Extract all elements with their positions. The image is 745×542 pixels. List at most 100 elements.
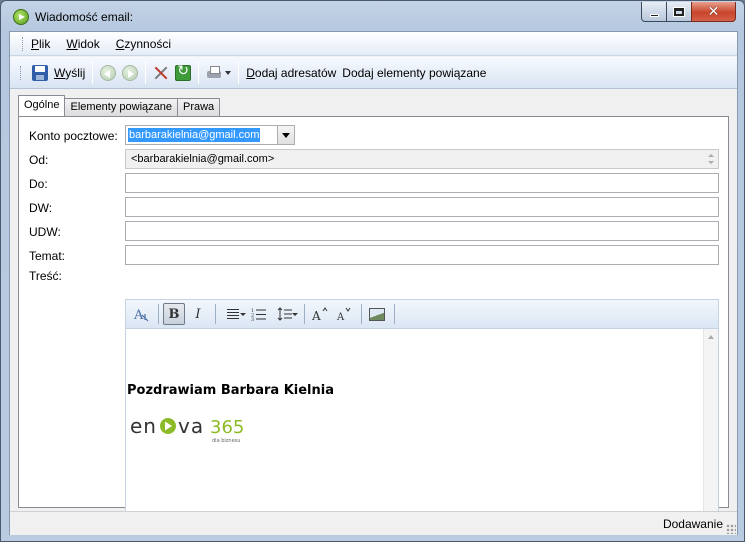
window-title: Wiadomość email:	[35, 10, 134, 24]
add-recipients-label: Dodaj adresatów	[246, 65, 337, 80]
main-toolbar: Wyślij Dodaj adresatów Dodaj elementy po…	[10, 57, 737, 89]
refresh-icon	[175, 63, 192, 81]
cc-field[interactable]	[125, 197, 719, 217]
numbered-list-icon: 123	[251, 308, 266, 321]
grow-font-button[interactable]: A	[309, 303, 331, 325]
tools-icon	[153, 65, 169, 81]
grow-font-icon: A	[312, 307, 328, 321]
italic-icon: I	[195, 306, 201, 322]
editor-toolbar-separator	[394, 304, 395, 324]
account-select[interactable]: barbarakielnia@gmail.com	[125, 125, 295, 145]
close-button[interactable]: ✕	[691, 2, 736, 22]
tools-button[interactable]	[150, 61, 172, 85]
svg-text:A: A	[336, 312, 345, 321]
app-icon	[13, 9, 29, 25]
add-related-items-button[interactable]: Dodaj elementy powiązane	[339, 61, 489, 85]
signature-text: Pozdrawiam Barbara Kielnia	[127, 383, 334, 398]
logo-text: en	[130, 415, 157, 438]
toolbar-grip	[20, 65, 23, 80]
add-recipients-button[interactable]: Dodaj adresatów	[243, 61, 339, 85]
editor-toolbar-separator	[158, 304, 159, 324]
editor-toolbar-separator	[361, 304, 362, 324]
from-label: Od:	[29, 153, 49, 167]
body-label: Treść:	[29, 269, 62, 283]
line-spacing-dropdown[interactable]	[272, 303, 298, 325]
font-style-icon: A	[133, 308, 149, 322]
italic-button[interactable]: I	[187, 303, 209, 325]
save-icon	[32, 64, 48, 81]
editor-toolbar-separator	[215, 304, 216, 324]
close-icon: ✕	[707, 3, 720, 20]
svg-text:A: A	[312, 309, 321, 321]
back-button[interactable]	[97, 61, 119, 85]
email-window: Wiadomość email: ✕ Plik Widok Czynności …	[0, 0, 745, 542]
maximize-button[interactable]	[666, 2, 692, 22]
menu-bar: Plik Widok Czynności	[10, 32, 737, 56]
send-button[interactable]: Wyślij	[29, 61, 88, 85]
status-bar: Dodawanie	[10, 511, 737, 535]
chevron-down-icon[interactable]	[277, 126, 294, 144]
editor-toolbar: A B I 123 A A	[125, 299, 719, 328]
align-left-icon	[227, 308, 239, 320]
general-tab-panel: Konto pocztowe: barbarakielnia@gmail.com…	[18, 116, 729, 524]
to-label: Do:	[29, 177, 48, 191]
numbered-list-button[interactable]: 123	[248, 303, 270, 325]
tab-prawa[interactable]: Prawa	[177, 98, 221, 116]
bcc-field[interactable]	[125, 221, 719, 241]
line-spacing-icon	[277, 307, 292, 321]
logo-tagline: dla biznesu	[212, 438, 240, 444]
status-mode: Dodawanie	[662, 517, 723, 531]
font-style-button[interactable]: A	[130, 303, 152, 325]
add-related-items-label: Dodaj elementy powiązane	[342, 65, 487, 80]
subject-label: Temat:	[29, 249, 66, 263]
from-field: <barbarakielnia@gmail.com>	[125, 149, 719, 169]
bcc-label: UDW:	[29, 225, 61, 239]
enova-logo: en va 365 dla biznesu	[130, 415, 244, 444]
from-value: <barbarakielnia@gmail.com>	[131, 153, 275, 165]
forward-button[interactable]	[119, 61, 141, 85]
svg-text:va: va	[178, 415, 204, 438]
from-spin-icon[interactable]	[706, 152, 716, 166]
logo-number: 365	[210, 417, 244, 438]
account-value: barbarakielnia@gmail.com	[128, 128, 261, 142]
cc-label: DW:	[29, 201, 53, 215]
minimize-button[interactable]	[641, 2, 667, 22]
image-icon	[369, 307, 385, 321]
to-field[interactable]	[125, 173, 719, 193]
send-label: Wyślij	[54, 65, 86, 80]
back-arrow-icon	[100, 64, 117, 81]
tab-ogolne[interactable]: Ogólne	[18, 95, 66, 116]
toolbar-separator	[145, 61, 147, 84]
shrink-font-icon: A	[336, 307, 351, 321]
tab-elementy-powiazane[interactable]: Elementy powiązane	[64, 98, 178, 116]
minimize-icon	[649, 13, 659, 17]
title-bar[interactable]: Wiadomość email: ✕	[1, 1, 744, 31]
menu-item-widok[interactable]: Widok	[66, 37, 99, 51]
toolbar-separator	[238, 61, 240, 84]
align-dropdown[interactable]	[220, 303, 246, 325]
menu-item-czynnosci[interactable]: Czynności	[116, 37, 171, 51]
refresh-button[interactable]	[172, 61, 194, 85]
subject-field[interactable]	[125, 245, 719, 265]
print-button[interactable]	[203, 61, 234, 85]
account-label: Konto pocztowe:	[29, 129, 118, 143]
menu-item-plik[interactable]: Plik	[31, 37, 50, 51]
window-client-area: Plik Widok Czynności Wyślij Dodaj ad	[9, 31, 738, 535]
editor-scrollbar[interactable]	[703, 329, 718, 523]
message-body-editor[interactable]: Pozdrawiam Barbara Kielnia en va 365 dla…	[125, 328, 719, 524]
printer-icon	[206, 65, 222, 81]
toolbar-separator	[92, 61, 94, 84]
shrink-font-button[interactable]: A	[333, 303, 355, 325]
maximize-icon	[673, 6, 685, 17]
editor-toolbar-separator	[304, 304, 305, 324]
svg-text:3: 3	[251, 317, 254, 321]
insert-image-button[interactable]	[366, 303, 388, 325]
bold-icon: B	[168, 306, 180, 322]
resize-grip-icon[interactable]	[726, 524, 736, 534]
toolbar-separator	[198, 61, 200, 84]
menu-grip	[22, 36, 25, 51]
chevron-down-icon	[225, 70, 232, 75]
bold-button[interactable]: B	[163, 303, 185, 325]
forward-arrow-icon	[122, 64, 139, 81]
tab-strip: Ogólne Elementy powiązane Prawa	[18, 95, 221, 116]
